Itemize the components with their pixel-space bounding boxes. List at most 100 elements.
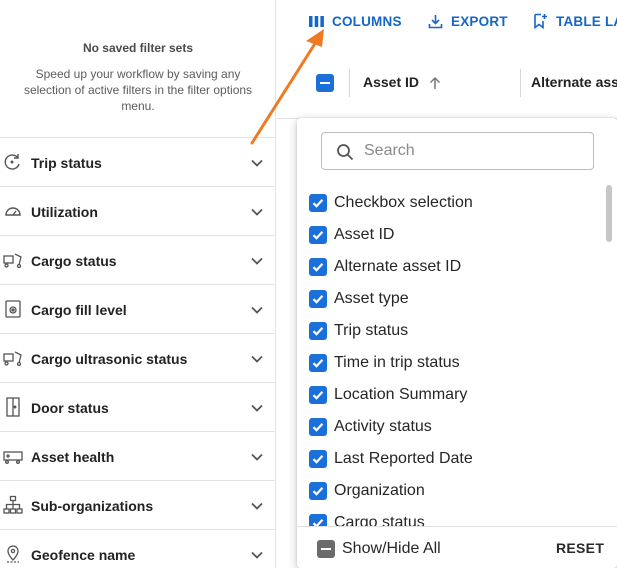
filter-label: Utilization <box>31 204 98 220</box>
column-option[interactable]: Time in trip status <box>309 350 589 376</box>
chevron-down-icon[interactable] <box>250 499 264 513</box>
scrollbar-thumb[interactable] <box>606 185 612 242</box>
bookmark-plus-icon <box>534 13 547 29</box>
chevron-down-icon[interactable] <box>250 450 264 464</box>
chevron-down-icon[interactable] <box>250 548 264 562</box>
column-option[interactable]: Organization <box>309 478 589 504</box>
column-option-label: Activity status <box>334 418 432 435</box>
column-checkbox[interactable] <box>309 514 327 526</box>
column-option-label: Cargo status <box>334 514 425 526</box>
chevron-down-icon[interactable] <box>250 156 264 170</box>
columns-icon <box>309 15 324 27</box>
column-checkbox[interactable] <box>309 386 327 404</box>
column-checkbox[interactable] <box>309 418 327 436</box>
column-checkbox[interactable] <box>309 290 327 308</box>
export-label: EXPORT <box>451 13 508 29</box>
filter-utilization[interactable]: Utilization <box>0 187 275 236</box>
column-option-label: Time in trip status <box>334 354 460 371</box>
chevron-down-icon[interactable] <box>250 401 264 415</box>
column-option[interactable]: Cargo status <box>309 510 589 526</box>
download-icon <box>428 14 443 28</box>
empty-state-title: No saved filter sets <box>82 41 194 55</box>
checkmark-icon <box>312 486 324 496</box>
column-search-input[interactable] <box>364 141 584 161</box>
filter-label: Cargo ultrasonic status <box>31 351 188 367</box>
filter-label: Geofence name <box>31 547 136 563</box>
chevron-down-icon[interactable] <box>250 303 264 317</box>
gauge-icon <box>5 207 21 216</box>
columns-panel-footer: Show/Hide All RESET <box>297 526 617 568</box>
indeterminate-checkbox[interactable] <box>317 540 335 558</box>
column-option[interactable]: Alternate asset ID <box>309 254 589 280</box>
column-option[interactable]: Checkbox selection <box>309 190 589 216</box>
column-checkbox[interactable] <box>309 322 327 340</box>
checkmark-icon <box>312 390 324 400</box>
filter-sub-organizations[interactable]: Sub-organizations <box>0 481 275 530</box>
column-checkbox[interactable] <box>309 194 327 212</box>
filter-cargo-fill-level[interactable]: Cargo fill level <box>0 285 275 334</box>
column-header-asset-id[interactable]: Asset ID <box>363 74 419 90</box>
chevron-down-icon[interactable] <box>250 254 264 268</box>
chevron-down-icon[interactable] <box>250 352 264 366</box>
column-separator[interactable] <box>520 69 521 97</box>
column-option[interactable]: Last Reported Date <box>309 446 589 472</box>
grid-toolbar: COLUMNS EXPORT TABLE LA <box>276 0 617 44</box>
select-all-checkbox[interactable] <box>316 74 334 92</box>
asset-health-icon <box>3 451 23 464</box>
filter-label: Asset health <box>31 449 115 465</box>
column-option[interactable]: Trip status <box>309 318 589 344</box>
column-checkbox[interactable] <box>309 226 327 244</box>
column-checkbox[interactable] <box>309 258 327 276</box>
empty-state-description: Speed up your workflow by saving any sel… <box>23 67 253 113</box>
show-hide-all-label: Show/Hide All <box>342 540 441 557</box>
checkmark-icon <box>312 422 324 432</box>
column-option[interactable]: Activity status <box>309 414 589 440</box>
checkmark-icon <box>312 326 324 336</box>
fill-level-icon <box>5 300 21 318</box>
cargo-icon <box>3 253 22 269</box>
chevron-down-icon[interactable] <box>250 205 264 219</box>
column-option[interactable]: Asset type <box>309 286 589 312</box>
column-separator[interactable] <box>349 69 350 97</box>
column-list: Checkbox selection Asset ID Alternate asse… <box>297 182 597 526</box>
column-option-label: Asset ID <box>334 226 395 243</box>
column-checkbox[interactable] <box>309 482 327 500</box>
column-option-label: Alternate asset ID <box>334 258 462 275</box>
table-layout-button[interactable]: TABLE LA <box>533 11 617 31</box>
export-button[interactable]: EXPORT <box>428 11 508 31</box>
column-option-label: Last Reported Date <box>334 450 473 467</box>
columns-button[interactable]: COLUMNS <box>309 11 402 31</box>
filter-asset-health[interactable]: Asset health <box>0 432 275 481</box>
column-option-label: Organization <box>334 482 425 499</box>
filter-door-status[interactable]: Door status <box>0 383 275 432</box>
column-option-label: Asset type <box>334 290 409 307</box>
reset-button[interactable]: RESET <box>556 540 604 556</box>
column-checkbox[interactable] <box>309 450 327 468</box>
grid-header: Asset ID Alternate ass <box>277 47 617 119</box>
filter-label: Door status <box>31 400 109 416</box>
checkmark-icon <box>312 262 324 272</box>
cargo-ultrasonic-icon <box>3 351 22 367</box>
column-option-label: Trip status <box>334 322 409 339</box>
column-option-label: Checkbox selection <box>334 194 473 211</box>
geofence-pin-icon <box>7 545 19 563</box>
filter-label: Cargo fill level <box>31 302 127 318</box>
checkmark-icon <box>312 454 324 464</box>
checkmark-icon <box>312 518 324 526</box>
column-checkbox[interactable] <box>309 354 327 372</box>
column-search-box[interactable] <box>321 132 594 170</box>
filter-cargo-status[interactable]: Cargo status <box>0 236 275 285</box>
columns-label: COLUMNS <box>332 13 402 29</box>
checkmark-icon <box>312 198 324 208</box>
column-list-scrollbar[interactable] <box>604 182 614 526</box>
filter-panel: No saved filter sets Speed up your workf… <box>0 0 276 568</box>
trip-status-icon <box>4 154 20 170</box>
column-header-alternate-asset-id[interactable]: Alternate ass <box>531 74 617 90</box>
filter-cargo-ultrasonic-status[interactable]: Cargo ultrasonic status <box>0 334 275 383</box>
saved-filters-empty-state: No saved filter sets Speed up your workf… <box>0 0 275 138</box>
filter-trip-status[interactable]: Trip status <box>0 138 275 187</box>
filter-geofence-name[interactable]: Geofence name <box>0 530 275 568</box>
column-option[interactable]: Location Summary <box>309 382 589 408</box>
column-option[interactable]: Asset ID <box>309 222 589 248</box>
sort-ascending-icon[interactable] <box>429 76 441 90</box>
